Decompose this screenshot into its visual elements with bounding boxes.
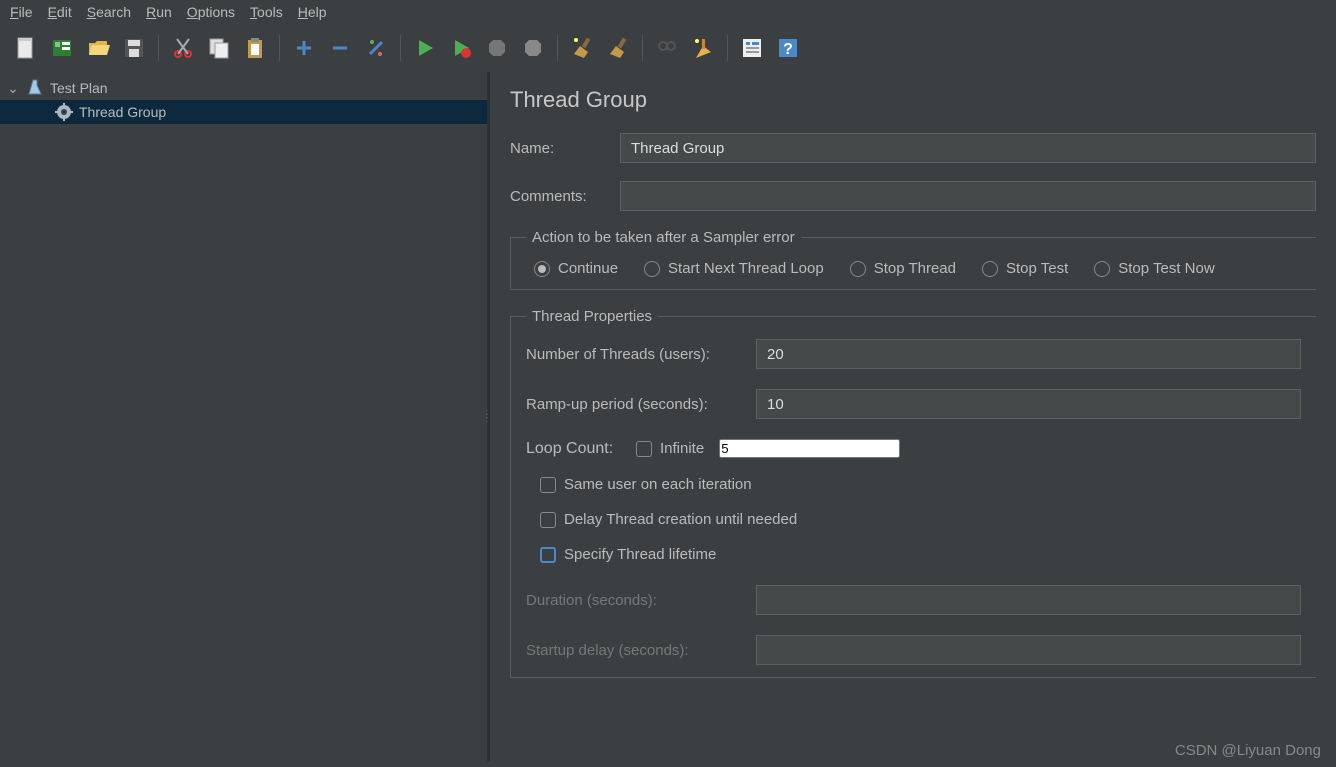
sampler-error-legend: Action to be taken after a Sampler error (526, 229, 801, 246)
loop-label: Loop Count: (526, 440, 621, 458)
cut-icon[interactable] (167, 32, 199, 64)
start-no-timers-icon[interactable] (445, 32, 477, 64)
delay-creation-checkbox[interactable]: Delay Thread creation until needed (526, 511, 1301, 528)
menu-options[interactable]: Options (187, 4, 235, 20)
menu-search[interactable]: Search (87, 4, 131, 20)
comments-label: Comments: (510, 188, 600, 205)
menu-tools[interactable]: Tools (250, 4, 283, 20)
menu-run[interactable]: Run (146, 4, 172, 20)
start-icon[interactable] (409, 32, 441, 64)
clear-all-icon[interactable] (602, 32, 634, 64)
splitter-handle[interactable]: ⋮⋮ (482, 413, 490, 421)
new-icon[interactable] (10, 32, 42, 64)
lifetime-checkbox[interactable]: Specify Thread lifetime (526, 546, 1301, 563)
toggle-icon[interactable] (360, 32, 392, 64)
toolbar-separator (400, 35, 401, 61)
threads-input[interactable] (756, 339, 1301, 369)
name-label: Name: (510, 140, 600, 157)
toolbar-separator (158, 35, 159, 61)
tree-panel: ⌄ Test Plan Thread Group ⋮⋮ (0, 72, 490, 761)
ramp-input[interactable] (756, 389, 1301, 419)
duration-label: Duration (seconds): (526, 592, 741, 609)
main-panel: Thread Group Name: Comments: Action to b… (490, 72, 1336, 761)
ramp-label: Ramp-up period (seconds): (526, 396, 741, 413)
comments-input[interactable] (620, 181, 1316, 211)
toolbar-separator (279, 35, 280, 61)
stop-icon[interactable] (481, 32, 513, 64)
tree-root-label: Test Plan (50, 80, 108, 96)
tree-child-thread-group[interactable]: Thread Group (0, 100, 487, 124)
loop-input[interactable] (719, 439, 900, 458)
same-user-checkbox[interactable]: Same user on each iteration (526, 476, 1301, 493)
shutdown-icon[interactable] (517, 32, 549, 64)
search-icon[interactable] (651, 32, 683, 64)
panel-title: Thread Group (510, 87, 1316, 113)
tree-root-test-plan[interactable]: ⌄ Test Plan (0, 76, 487, 100)
copy-icon[interactable] (203, 32, 235, 64)
radio-stop-test[interactable]: Stop Test (982, 260, 1068, 277)
radio-start-next-loop[interactable]: Start Next Thread Loop (644, 260, 824, 277)
toolbar-separator (557, 35, 558, 61)
radio-continue[interactable]: Continue (534, 260, 618, 277)
menu-edit[interactable]: Edit (48, 4, 72, 20)
reset-search-icon[interactable] (687, 32, 719, 64)
menubar: File Edit Search Run Options Tools Help (0, 0, 1336, 24)
flask-icon (26, 79, 44, 97)
function-helper-icon[interactable] (736, 32, 768, 64)
gear-icon (55, 103, 73, 121)
infinite-checkbox[interactable]: Infinite (636, 440, 704, 457)
menu-help[interactable]: Help (298, 4, 327, 20)
paste-icon[interactable] (239, 32, 271, 64)
chevron-down-icon[interactable]: ⌄ (6, 80, 20, 97)
duration-input (756, 585, 1301, 615)
menu-file[interactable]: File (10, 4, 33, 20)
collapse-icon[interactable] (324, 32, 356, 64)
watermark: CSDN @Liyuan Dong (1175, 742, 1321, 759)
svg-text:?: ? (783, 41, 793, 58)
radio-stop-test-now[interactable]: Stop Test Now (1094, 260, 1214, 277)
expand-icon[interactable] (288, 32, 320, 64)
toolbar: ? (0, 24, 1336, 72)
templates-icon[interactable] (46, 32, 78, 64)
tree-child-label: Thread Group (79, 104, 166, 120)
help-icon[interactable]: ? (772, 32, 804, 64)
sampler-error-fieldset: Action to be taken after a Sampler error… (510, 229, 1316, 290)
startup-label: Startup delay (seconds): (526, 642, 741, 659)
name-input[interactable] (620, 133, 1316, 163)
startup-input (756, 635, 1301, 665)
toolbar-separator (727, 35, 728, 61)
radio-stop-thread[interactable]: Stop Thread (850, 260, 956, 277)
open-icon[interactable] (82, 32, 114, 64)
thread-properties-fieldset: Thread Properties Number of Threads (use… (510, 308, 1316, 678)
clear-icon[interactable] (566, 32, 598, 64)
thread-properties-legend: Thread Properties (526, 308, 658, 325)
save-icon[interactable] (118, 32, 150, 64)
toolbar-separator (642, 35, 643, 61)
threads-label: Number of Threads (users): (526, 346, 741, 363)
content-area: ⌄ Test Plan Thread Group ⋮⋮ Thread Group… (0, 72, 1336, 761)
